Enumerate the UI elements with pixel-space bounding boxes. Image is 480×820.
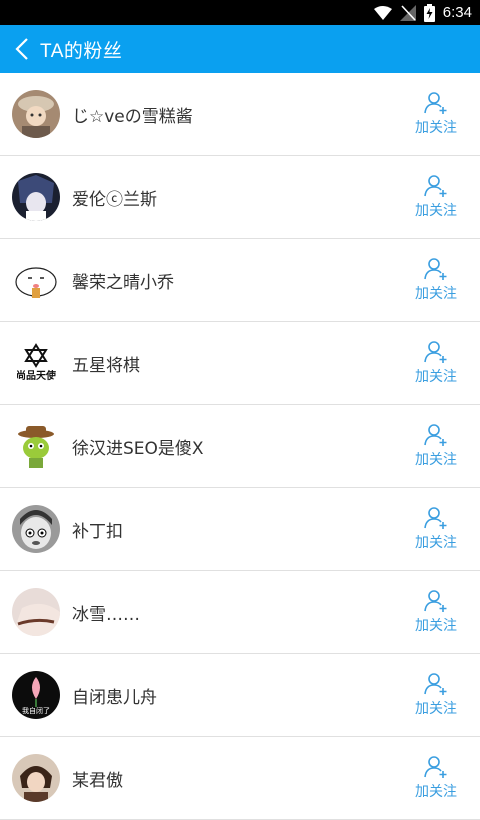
- add-user-icon: [424, 756, 447, 778]
- status-bar: 6:34: [0, 0, 480, 25]
- add-user-icon: [424, 507, 447, 529]
- add-user-icon: [424, 424, 447, 446]
- avatar[interactable]: [12, 256, 60, 304]
- avatar[interactable]: 我自闭了: [12, 671, 60, 719]
- follow-label: 加关注: [415, 120, 457, 136]
- follow-label: 加关注: [415, 286, 457, 302]
- follow-button[interactable]: 加关注: [396, 340, 476, 386]
- user-name: 徐汉进SEO是傻X: [72, 438, 204, 459]
- add-user-icon: [424, 341, 447, 363]
- follow-button[interactable]: 加关注: [396, 589, 476, 635]
- list-item[interactable]: じ☆veの雪糕酱 加关注: [0, 73, 480, 156]
- follow-label: 加关注: [415, 535, 457, 551]
- add-user-icon: [424, 258, 447, 280]
- list-item[interactable]: 馨荣之晴小乔 加关注: [0, 239, 480, 322]
- add-user-icon: [424, 673, 447, 695]
- user-name: じ☆veの雪糕酱: [72, 106, 193, 127]
- back-button[interactable]: [4, 25, 40, 73]
- avatar[interactable]: [12, 754, 60, 802]
- list-item[interactable]: 补丁扣 加关注: [0, 488, 480, 571]
- user-name: 补丁扣: [72, 521, 123, 542]
- follow-button[interactable]: 加关注: [396, 506, 476, 552]
- user-name: 自闭患儿舟: [72, 687, 157, 708]
- avatar[interactable]: [12, 90, 60, 138]
- user-name: 五星将棋: [72, 355, 140, 376]
- avatar[interactable]: [12, 588, 60, 636]
- add-user-icon: [424, 590, 447, 612]
- avatar[interactable]: [12, 422, 60, 470]
- battery-charging-icon: [423, 3, 435, 22]
- add-user-icon: [424, 92, 447, 114]
- follow-button[interactable]: 加关注: [396, 423, 476, 469]
- wifi-icon: [373, 5, 392, 20]
- follow-button[interactable]: 加关注: [396, 257, 476, 303]
- follow-button[interactable]: 加关注: [396, 672, 476, 718]
- follow-label: 加关注: [415, 452, 457, 468]
- list-item[interactable]: 冰雪…… 加关注: [0, 571, 480, 654]
- no-signal-icon: [399, 4, 416, 21]
- follow-label: 加关注: [415, 203, 457, 219]
- user-name: 冰雪……: [72, 604, 140, 625]
- avatar-caption: 我自闭了: [22, 706, 50, 715]
- follower-list: じ☆veの雪糕酱 加关注 爱伦ⓒ兰斯 加关注 馨荣之晴小乔 加关注 尚品天使 五…: [0, 73, 480, 820]
- page-title: TA的粉丝: [40, 40, 123, 62]
- list-item[interactable]: 尚品天使 五星将棋 加关注: [0, 322, 480, 405]
- follow-label: 加关注: [415, 618, 457, 634]
- follow-button[interactable]: 加关注: [396, 755, 476, 801]
- avatar[interactable]: 尚品天使: [12, 339, 60, 387]
- list-item[interactable]: 爱伦ⓒ兰斯 加关注: [0, 156, 480, 239]
- follow-button[interactable]: 加关注: [396, 174, 476, 220]
- user-name: 某君傲: [72, 770, 123, 791]
- list-item[interactable]: 某君傲 加关注: [0, 737, 480, 820]
- follow-label: 加关注: [415, 701, 457, 717]
- status-time: 6:34: [442, 4, 472, 21]
- logo-text: 尚品天使: [16, 369, 57, 382]
- avatar[interactable]: [12, 173, 60, 221]
- user-name: 爱伦ⓒ兰斯: [72, 189, 157, 210]
- follow-label: 加关注: [415, 369, 457, 385]
- add-user-icon: [424, 175, 447, 197]
- list-item[interactable]: 我自闭了 自闭患儿舟 加关注: [0, 654, 480, 737]
- chevron-left-icon: [15, 38, 28, 60]
- follow-button[interactable]: 加关注: [396, 91, 476, 137]
- app-bar: TA的粉丝: [0, 25, 480, 73]
- list-item[interactable]: 徐汉进SEO是傻X 加关注: [0, 405, 480, 488]
- follow-label: 加关注: [415, 784, 457, 800]
- avatar[interactable]: [12, 505, 60, 553]
- user-name: 馨荣之晴小乔: [72, 272, 174, 293]
